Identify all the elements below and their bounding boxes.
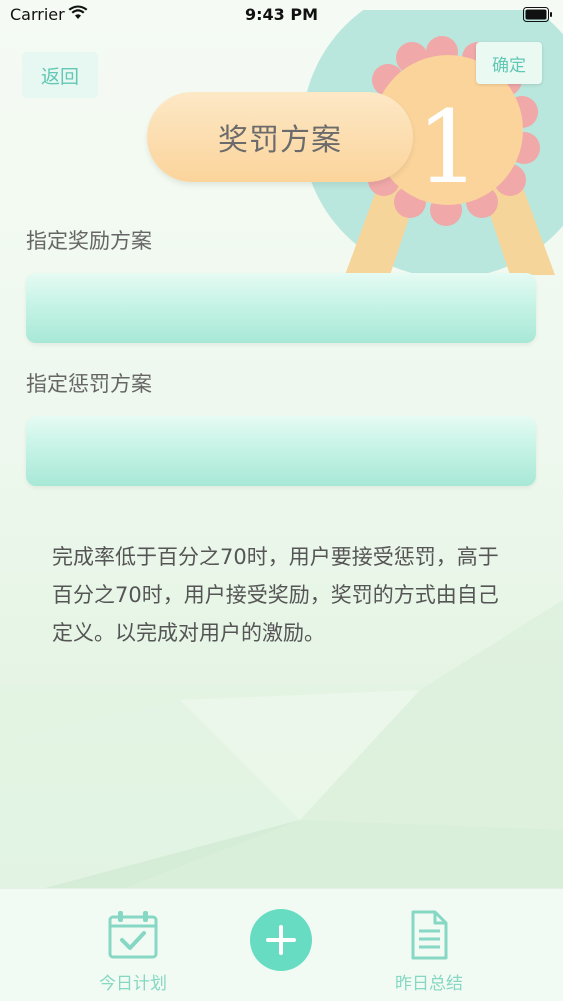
confirm-button[interactable]: 确定 [476, 42, 542, 84]
back-button[interactable]: 返回 [22, 52, 98, 98]
page-title: 奖罚方案 [147, 92, 413, 182]
tab-yesterday-summary[interactable]: 昨日总结 [384, 909, 474, 994]
confirm-button-label: 确定 [492, 55, 526, 76]
tab-today-plan[interactable]: 今日计划 [88, 909, 178, 994]
status-bar: Carrier 9:43 PM [0, 0, 563, 30]
add-button[interactable] [250, 909, 312, 971]
battery-icon [523, 7, 552, 22]
status-time: 9:43 PM [244, 5, 318, 24]
penalty-input[interactable] [26, 416, 536, 486]
medal-number: 1 [416, 89, 480, 206]
penalty-label: 指定惩罚方案 [26, 372, 152, 396]
rule-description: 完成率低于百分之70时，用户要接受惩罚，高于百分之70时，用户接受奖励，奖罚的方… [52, 545, 499, 645]
tab-today-label: 今日计划 [99, 974, 167, 994]
back-button-label: 返回 [40, 65, 79, 88]
reward-input[interactable] [26, 273, 536, 343]
page-title-text: 奖罚方案 [218, 123, 342, 158]
reward-label: 指定奖励方案 [26, 229, 152, 253]
tab-yesterday-label: 昨日总结 [395, 974, 463, 994]
document-icon [411, 910, 448, 960]
calendar-check-icon [108, 911, 158, 959]
tab-bar: 今日计划 昨日总结 [0, 888, 563, 1001]
